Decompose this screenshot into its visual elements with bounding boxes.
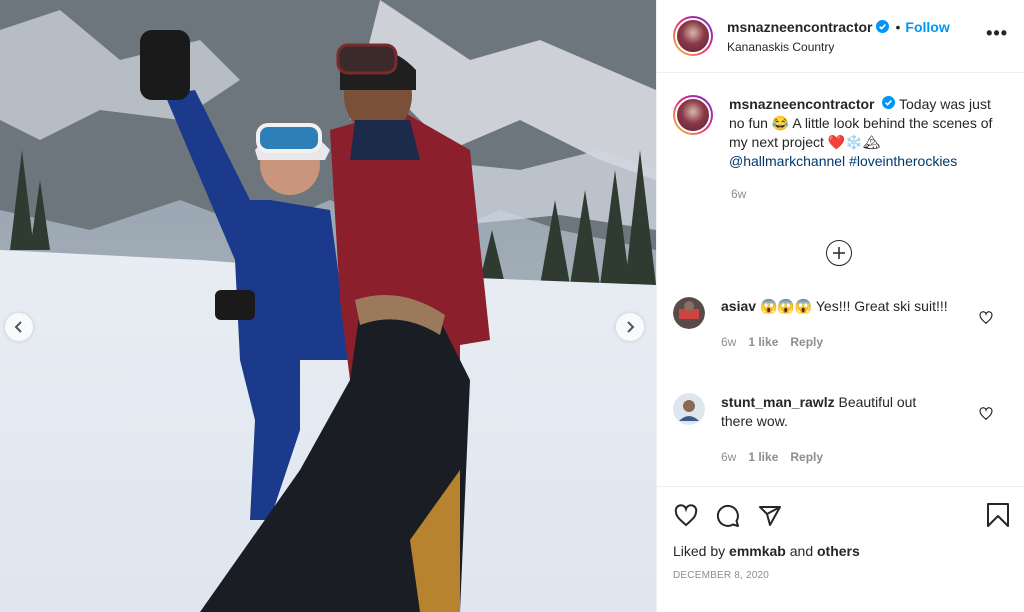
reply-button[interactable]: Reply	[790, 333, 823, 352]
comment-item: asiav 😱😱😱 Yes!!! Great ski suit!!! 6w 1 …	[673, 297, 993, 352]
caption-timestamp: 6w	[731, 187, 747, 201]
author-username[interactable]: msnazneencontractor	[727, 19, 872, 35]
instagram-post: msnazneencontractor • Follow Kananaskis …	[0, 0, 1024, 612]
post-date[interactable]: DECEMBER 8, 2020	[673, 570, 1008, 581]
post-side-panel: msnazneencontractor • Follow Kananaskis …	[656, 0, 1024, 612]
comments-area: msnazneencontractor Today was just no fu…	[657, 73, 1024, 486]
like-comment-heart-icon[interactable]	[979, 311, 993, 325]
more-options-button[interactable]: •••	[986, 24, 1008, 42]
load-more-comments-button[interactable]	[826, 240, 852, 266]
post-location[interactable]: Kananaskis Country	[727, 40, 950, 54]
reply-button[interactable]: Reply	[790, 448, 823, 467]
comment-meta: 6w 1 like Reply	[721, 448, 951, 467]
comment-meta: 6w 1 like Reply	[721, 333, 951, 352]
next-photo-button[interactable]	[616, 313, 644, 341]
comment-likes[interactable]: 1 like	[748, 448, 778, 467]
post-actions: Liked by emmkab and others DECEMBER 8, 2…	[657, 486, 1024, 612]
post-header: msnazneencontractor • Follow Kananaskis …	[657, 0, 1024, 73]
action-icons	[673, 501, 1008, 531]
verified-badge-icon	[876, 20, 890, 33]
liked-and: and	[789, 543, 814, 559]
comment-item: stunt_man_rawlz Beautiful out there wow.…	[673, 393, 993, 467]
comment-text: 😱😱😱 Yes!!! Great ski suit!!!	[759, 298, 948, 314]
liked-prefix: Liked by	[673, 543, 726, 559]
comment-icon	[716, 504, 739, 527]
save-button[interactable]	[986, 502, 1010, 533]
ski-photo-illustration	[0, 0, 656, 612]
avatar-image	[675, 18, 711, 54]
bookmark-icon	[987, 503, 1009, 527]
mention-link[interactable]: @hallmarkchannel	[729, 153, 845, 169]
commenter-avatar[interactable]	[673, 393, 705, 425]
liked-user[interactable]: emmkab	[729, 543, 786, 559]
hashtag-link[interactable]: #loveintherockies	[849, 153, 957, 169]
commenter-avatar[interactable]	[673, 297, 705, 329]
comment-time: 6w	[721, 335, 737, 349]
comment-body: asiav 😱😱😱 Yes!!! Great ski suit!!! 6w 1 …	[721, 297, 951, 352]
previous-photo-button[interactable]	[5, 313, 33, 341]
likes-summary: Liked by emmkab and others	[673, 543, 1008, 559]
comment-body: stunt_man_rawlz Beautiful out there wow.…	[721, 393, 951, 467]
post-photo[interactable]	[0, 0, 656, 612]
share-icon	[759, 506, 781, 526]
chevron-right-icon	[627, 321, 635, 333]
header-line: msnazneencontractor • Follow	[727, 19, 950, 35]
like-comment-heart-icon[interactable]	[979, 407, 993, 421]
comment-button[interactable]	[715, 504, 741, 528]
commenter-username[interactable]: asiav	[721, 298, 756, 314]
commenter-username[interactable]: stunt_man_rawlz	[721, 394, 835, 410]
liked-others[interactable]: others	[817, 543, 860, 559]
caption-avatar[interactable]	[673, 95, 713, 135]
comment-likes[interactable]: 1 like	[748, 333, 778, 352]
avatar-image	[675, 97, 711, 133]
heart-icon	[674, 504, 698, 527]
header-text: msnazneencontractor • Follow Kananaskis …	[727, 19, 950, 54]
chevron-left-icon	[14, 321, 22, 333]
separator-dot: •	[895, 18, 901, 35]
author-avatar[interactable]	[673, 16, 713, 56]
add-comment-icon	[833, 247, 845, 259]
caption-text: msnazneencontractor Today was just no fu…	[729, 95, 997, 171]
comment-time: 6w	[721, 450, 737, 464]
caption-username[interactable]: msnazneencontractor	[729, 96, 874, 112]
caption: msnazneencontractor Today was just no fu…	[673, 95, 1008, 171]
verified-badge-icon	[882, 96, 896, 109]
follow-button[interactable]: Follow	[905, 19, 949, 35]
share-button[interactable]	[757, 504, 783, 528]
like-button[interactable]	[673, 504, 699, 528]
